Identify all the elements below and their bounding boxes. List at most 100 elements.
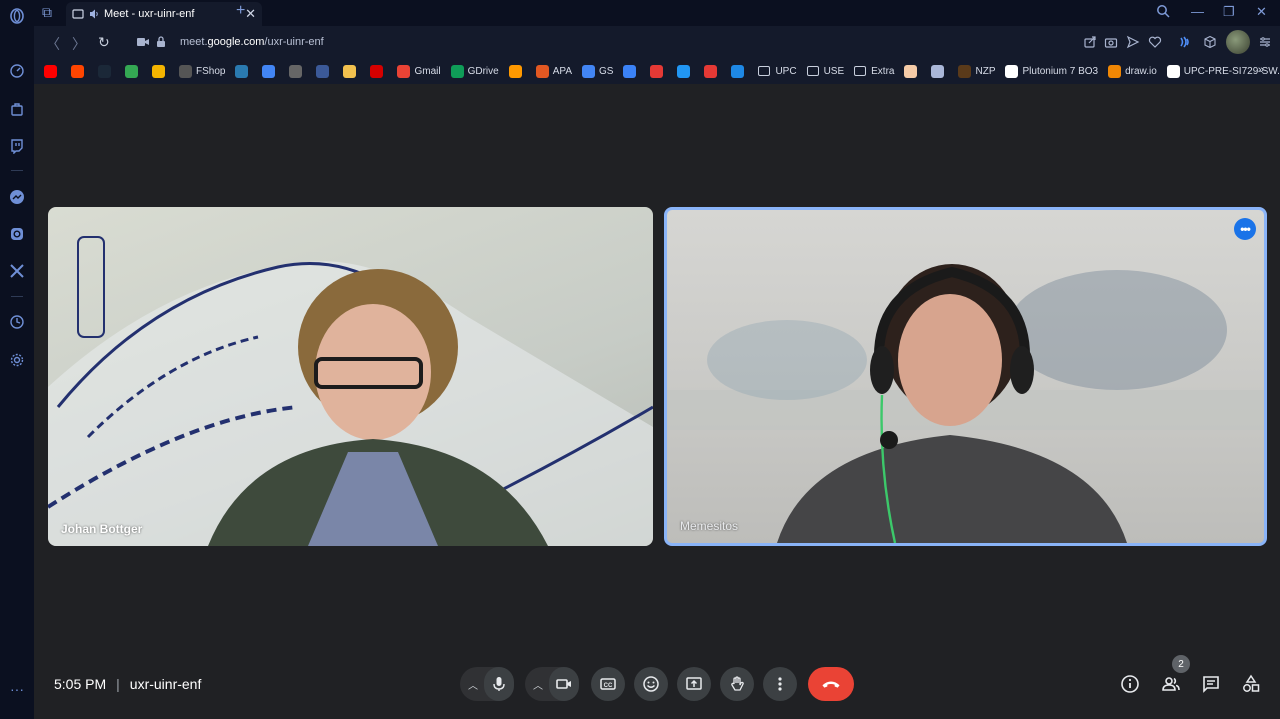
activities-button[interactable] xyxy=(1240,673,1262,695)
participant-more-options-button[interactable]: ••• xyxy=(1234,218,1256,240)
github-icon xyxy=(1166,64,1180,78)
tab-close-icon[interactable]: ✕ xyxy=(245,6,256,22)
share-icon[interactable] xyxy=(1083,35,1097,49)
lock-icon[interactable] xyxy=(154,35,168,49)
camera-in-use-icon[interactable] xyxy=(136,35,150,49)
bookmark-item[interactable] xyxy=(125,64,142,78)
history-icon[interactable] xyxy=(8,313,26,331)
bookmark-item[interactable]: Plutonium 7 BO3 xyxy=(1005,64,1098,78)
url-field[interactable]: meet.google.com/uxr-uinr-enf xyxy=(180,36,324,48)
bookmark-item[interactable] xyxy=(623,64,640,78)
bookmark-item[interactable] xyxy=(152,64,169,78)
tab-islands-icon[interactable]: ⧉ xyxy=(42,4,52,21)
bookmark-item[interactable] xyxy=(370,64,387,78)
aria-icon[interactable] xyxy=(1178,35,1192,49)
people-count-badge: 2 xyxy=(1172,655,1190,673)
bookmark-label: UPC-PRE-SI729-SW... xyxy=(1183,65,1280,77)
audio-settings-caret-icon[interactable]: ︿ xyxy=(468,677,478,692)
bookmark-item[interactable] xyxy=(289,64,306,78)
participant-video-feed xyxy=(48,236,653,546)
more-options-button[interactable] xyxy=(763,667,797,701)
bookmark-item[interactable]: GS xyxy=(582,64,614,78)
bookmark-item[interactable] xyxy=(316,64,333,78)
chat-icon xyxy=(1203,676,1219,693)
opera-logo-icon[interactable] xyxy=(8,7,26,25)
present-screen-button[interactable] xyxy=(677,667,711,701)
bookmark-item[interactable]: Extra xyxy=(854,66,894,77)
people-button[interactable] xyxy=(1160,673,1182,695)
leave-call-button[interactable] xyxy=(808,667,854,701)
participant-tile[interactable]: Johan Bottger xyxy=(48,207,653,546)
bookmark-item[interactable]: draw.io xyxy=(1108,64,1157,78)
minimize-button[interactable]: — xyxy=(1191,4,1204,19)
bookmark-item[interactable]: FShop xyxy=(179,64,225,78)
bookmark-item[interactable] xyxy=(508,64,526,78)
bookmark-item[interactable]: USE xyxy=(806,66,844,77)
bookmark-item[interactable]: GDrive xyxy=(450,64,499,78)
raise-hand-icon xyxy=(731,676,744,691)
messenger-icon[interactable] xyxy=(8,188,26,206)
video-settings-caret-icon[interactable]: ︿ xyxy=(533,677,543,692)
back-button[interactable]: 〈 xyxy=(46,34,60,54)
folder-icon xyxy=(758,66,771,76)
snapshot-camera-icon[interactable] xyxy=(1104,35,1118,49)
bookmark-item[interactable] xyxy=(677,64,694,78)
captions-button[interactable]: CC xyxy=(591,667,625,701)
bookmark-item[interactable] xyxy=(731,64,748,78)
bookmark-item[interactable] xyxy=(44,64,61,78)
forward-button[interactable]: 〉 xyxy=(72,34,86,54)
heart-icon xyxy=(704,64,718,78)
people-icon xyxy=(1162,677,1180,691)
bookmark-item[interactable] xyxy=(235,64,252,78)
meeting-details-button[interactable] xyxy=(1119,673,1141,695)
chat-button[interactable] xyxy=(1200,673,1222,695)
restore-button[interactable]: ❐ xyxy=(1223,4,1235,20)
x-twitter-icon[interactable] xyxy=(8,262,26,280)
heart-bookmark-icon[interactable] xyxy=(1148,35,1162,49)
search-tabs-icon[interactable] xyxy=(1156,4,1170,21)
speed-dial-icon[interactable] xyxy=(8,62,26,80)
easy-setup-icon[interactable] xyxy=(1258,35,1272,49)
gdrive-icon xyxy=(450,64,464,78)
address-bar: 〈 〉 ↻ meet.google.com/uxr-uinr-enf xyxy=(34,26,1280,58)
close-window-button[interactable]: ✕ xyxy=(1256,4,1267,20)
camera-button[interactable] xyxy=(549,667,579,701)
settings-gear-icon[interactable] xyxy=(8,351,26,369)
participant-tile-active-speaker[interactable]: ••• Memesitos xyxy=(664,207,1267,546)
face-icon xyxy=(904,64,918,78)
bookmark-item[interactable] xyxy=(262,64,279,78)
bookmark-item[interactable] xyxy=(904,64,921,78)
bookmark-item[interactable]: UPC xyxy=(758,65,797,77)
sy-icon xyxy=(650,64,664,78)
bookmark-item[interactable]: NZP xyxy=(958,64,995,78)
bookmark-label: GS xyxy=(599,65,614,77)
sidebar-more-icon[interactable]: ··· xyxy=(8,680,26,698)
send-icon[interactable] xyxy=(1126,35,1140,49)
bookmark-label: UPC xyxy=(775,65,797,77)
bookmark-item[interactable] xyxy=(343,64,360,78)
extensions-cube-icon[interactable] xyxy=(1203,35,1217,49)
bookmark-item[interactable] xyxy=(71,64,88,78)
profile-avatar[interactable] xyxy=(1226,30,1250,54)
diamond-icon xyxy=(731,64,745,78)
reload-button[interactable]: ↻ xyxy=(98,34,110,51)
browser-sidebar: ··· xyxy=(0,0,34,719)
bookmark-item[interactable]: Gmail xyxy=(397,64,441,78)
bookmark-item[interactable] xyxy=(704,64,721,78)
tab-meet[interactable]: Meet - uxr-uinr-enf ✕ xyxy=(66,2,262,26)
bookmark-item[interactable] xyxy=(98,64,115,78)
new-tab-button[interactable]: + xyxy=(236,2,245,20)
reactions-button[interactable] xyxy=(634,667,668,701)
participant-name: Memesitos xyxy=(680,519,739,533)
bookmark-item[interactable]: APA xyxy=(535,64,572,78)
raise-hand-button[interactable] xyxy=(720,667,754,701)
speaker-audio-icon[interactable] xyxy=(88,8,100,20)
folder-icon xyxy=(854,66,867,76)
bookmark-item[interactable] xyxy=(650,64,667,78)
shopping-bag-icon[interactable] xyxy=(8,100,26,118)
instagram-icon[interactable] xyxy=(8,225,26,243)
microphone-button[interactable] xyxy=(484,667,514,701)
bookmark-item[interactable] xyxy=(931,64,948,78)
twitch-icon[interactable] xyxy=(8,137,26,155)
bookmarks-overflow-chevron-icon[interactable]: » xyxy=(1258,64,1264,76)
